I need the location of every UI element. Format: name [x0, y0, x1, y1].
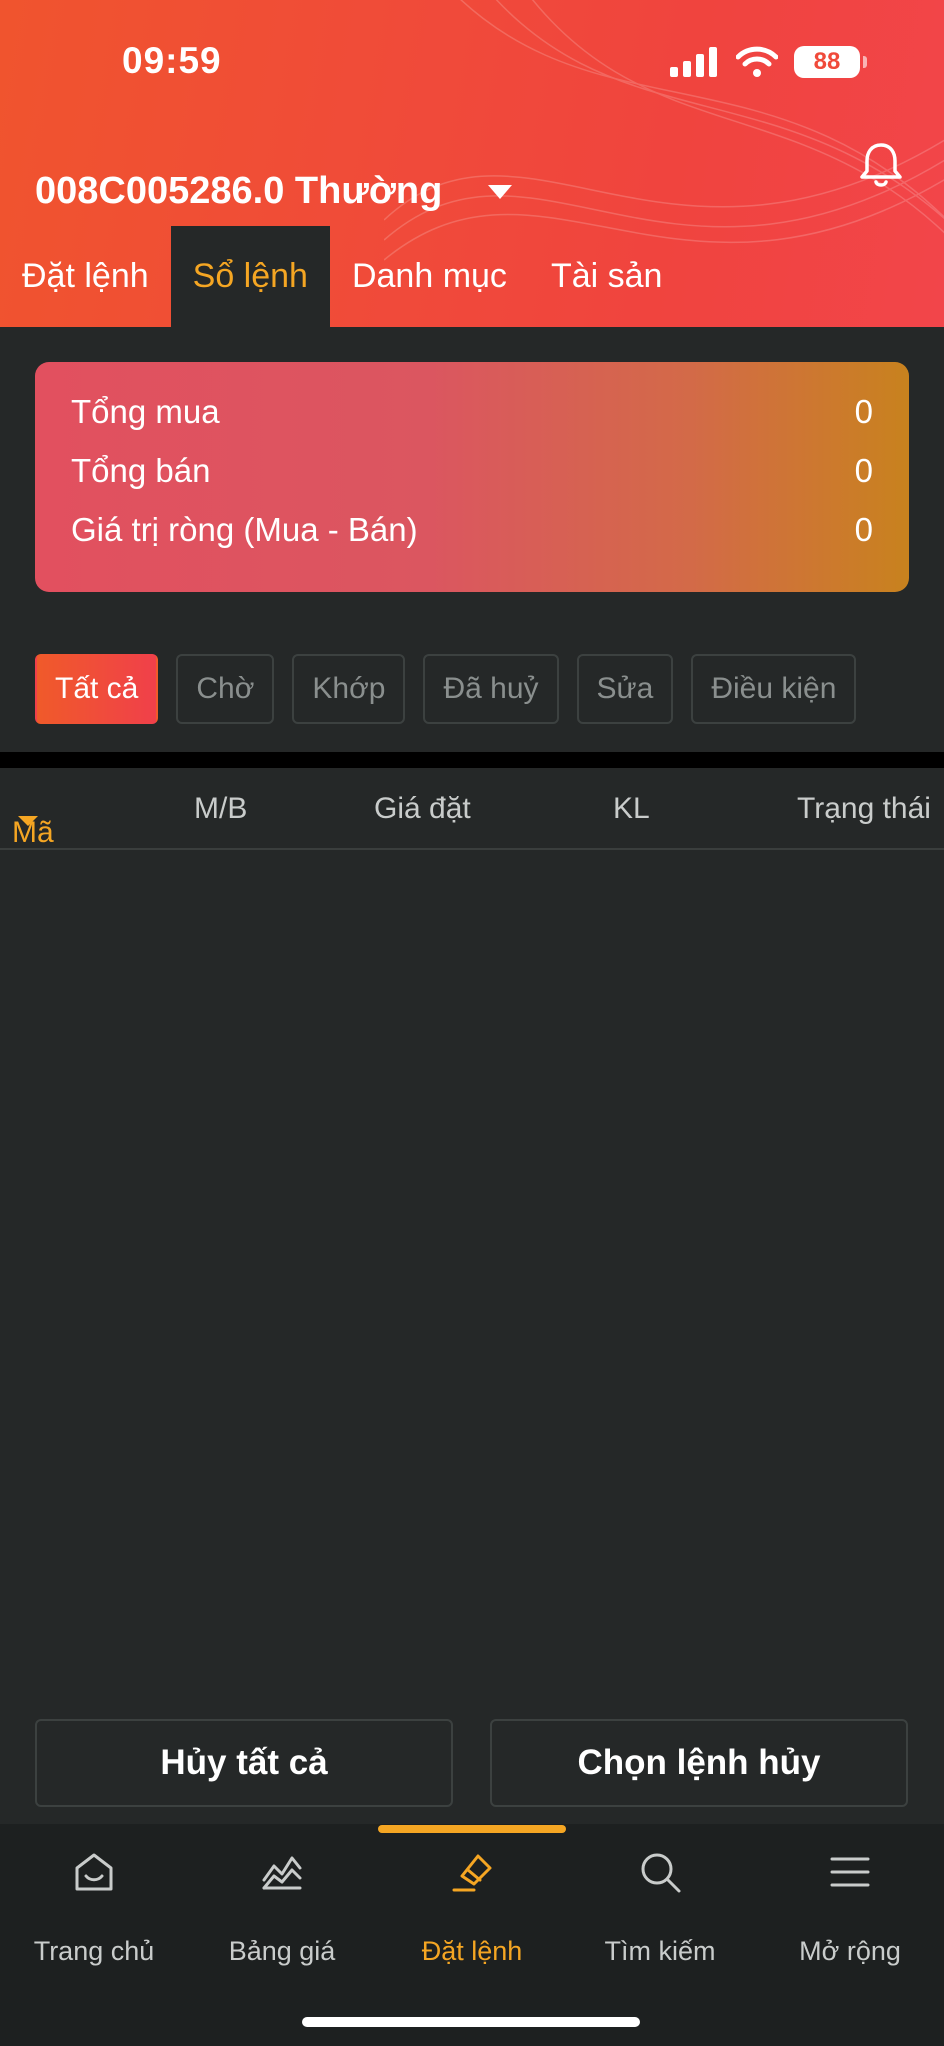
- sort-down-icon: [18, 816, 38, 826]
- filter-all[interactable]: Tất cả: [35, 654, 159, 724]
- column-header: M/B: [194, 792, 248, 825]
- summary-value: 0: [854, 392, 873, 430]
- section-divider: [0, 752, 944, 768]
- home-indicator: [302, 2017, 640, 2027]
- column-header: KL: [613, 792, 650, 825]
- nav-label: Mở rộng: [799, 1936, 901, 1966]
- account-label: 008C005286.0 Thường: [35, 170, 443, 212]
- battery-indicator: 88: [794, 46, 867, 78]
- filter-pending[interactable]: Chờ: [176, 654, 275, 724]
- nav-search[interactable]: Tìm kiếm: [566, 1850, 754, 1967]
- app-header: 09:59 88 008C005286.0 Thường Đặt lệnh Sổ…: [0, 0, 944, 327]
- main-tabs: Đặt lệnh Sổ lệnh Danh mục Tài sản: [0, 226, 684, 327]
- nav-label: Bảng giá: [228, 1936, 336, 1966]
- filter-modified[interactable]: Sửa: [576, 654, 674, 724]
- chevron-down-icon: [488, 184, 513, 199]
- bell-icon[interactable]: [858, 140, 904, 188]
- order-icon: [452, 1854, 492, 1892]
- signal-icon: [670, 47, 717, 77]
- nav-label: Tìm kiếm: [604, 1936, 716, 1966]
- account-selector[interactable]: 008C005286.0 Thường: [35, 170, 513, 213]
- tab-dat-lenh[interactable]: Đặt lệnh: [0, 226, 171, 327]
- tab-so-lenh[interactable]: Sổ lệnh: [170, 226, 330, 327]
- tab-danh-muc[interactable]: Danh mục: [330, 226, 529, 327]
- nav-more[interactable]: Mở rộng: [756, 1850, 944, 1967]
- summary-label: Tổng mua: [71, 392, 220, 430]
- cancel-all-button[interactable]: Hủy tất cả: [35, 1719, 453, 1807]
- summary-label: Giá trị ròng (Mua - Bán): [71, 510, 418, 548]
- tab-tai-san[interactable]: Tài sản: [529, 226, 685, 327]
- select-cancel-button[interactable]: Chọn lệnh hủy: [490, 1719, 908, 1807]
- chart-icon: [262, 1856, 302, 1890]
- order-table-header: Mã M/B Giá đặt KL Trạng thái: [0, 768, 944, 850]
- active-tab-indicator: [378, 1825, 566, 1833]
- order-status-filters: Tất cả Chờ Khớp Đã huỷ Sửa Điều kiện: [35, 654, 857, 724]
- summary-value: 0: [854, 510, 873, 548]
- filter-matched[interactable]: Khớp: [292, 654, 406, 724]
- summary-row-total-buy: Tổng mua 0: [71, 382, 873, 441]
- nav-price-board[interactable]: Bảng giá: [188, 1850, 376, 1967]
- status-icons: 88: [670, 46, 867, 78]
- column-header: Giá đặt: [374, 792, 471, 825]
- status-time: 09:59: [122, 40, 222, 81]
- summary-row-net-value: Giá trị ròng (Mua - Bán) 0: [71, 500, 873, 559]
- summary-value: 0: [854, 451, 873, 489]
- nav-label: Đặt lệnh: [421, 1936, 523, 1966]
- wifi-icon: [736, 46, 778, 77]
- home-icon: [75, 1853, 113, 1891]
- menu-icon: [830, 1857, 870, 1887]
- summary-row-total-sell: Tổng bán 0: [71, 441, 873, 500]
- filter-conditional[interactable]: Điều kiện: [691, 654, 857, 724]
- nav-home[interactable]: Trang chủ: [0, 1850, 188, 1967]
- column-header: Trạng thái: [797, 792, 931, 825]
- nav-label: Trang chủ: [33, 1936, 155, 1966]
- filter-cancelled[interactable]: Đã huỷ: [423, 654, 559, 724]
- summary-label: Tổng bán: [71, 451, 211, 489]
- search-icon: [641, 1853, 681, 1893]
- order-summary-card: Tổng mua 0 Tổng bán 0 Giá trị ròng (Mua …: [35, 362, 909, 592]
- nav-place-order[interactable]: Đặt lệnh: [378, 1850, 566, 1967]
